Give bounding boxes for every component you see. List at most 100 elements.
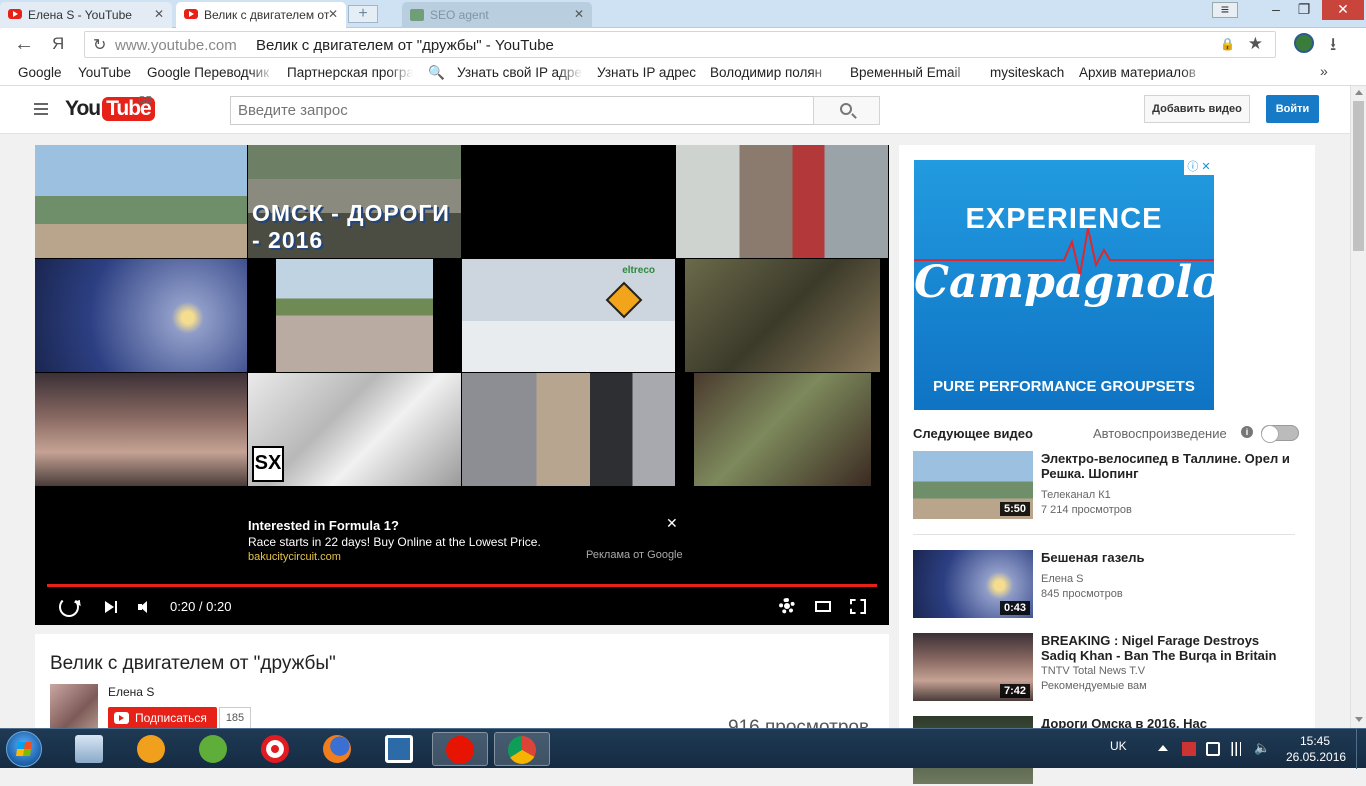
endscreen-video-thumb[interactable] bbox=[676, 145, 888, 258]
download-icon[interactable]: ⭳ bbox=[1330, 32, 1336, 62]
clock-date[interactable]: 26.05.2016 bbox=[1286, 750, 1346, 764]
back-arrow-icon[interactable]: ← bbox=[14, 33, 34, 56]
settings-gear-icon[interactable] bbox=[779, 598, 795, 614]
browser-tab-channel[interactable]: Елена S - YouTube ✕ bbox=[0, 2, 172, 28]
bookmark-item[interactable]: Володимир полян bbox=[710, 65, 836, 80]
video-player[interactable]: ОМСК - ДОРОГИ - 2016 eltreco SX Interest… bbox=[35, 145, 889, 625]
endscreen-video-thumb[interactable] bbox=[35, 259, 247, 372]
scroll-down-icon[interactable] bbox=[1355, 717, 1363, 722]
guide-menu-icon[interactable] bbox=[34, 103, 48, 115]
tab-close-icon[interactable]: ✕ bbox=[154, 7, 164, 21]
endscreen-video-thumb[interactable]: SX bbox=[248, 373, 461, 486]
bookmarks-overflow-button[interactable]: » bbox=[1320, 63, 1328, 79]
sign-in-button[interactable]: Войти bbox=[1266, 95, 1319, 123]
volume-icon[interactable] bbox=[138, 600, 152, 614]
endscreen-video-thumb[interactable] bbox=[35, 145, 247, 258]
video-title[interactable]: BREAKING : Nigel Farage Destroys Sadiq K… bbox=[1041, 633, 1296, 663]
endscreen-video-thumb[interactable] bbox=[694, 373, 871, 486]
yandex-button[interactable]: Я bbox=[52, 34, 64, 54]
youtube-favicon-icon bbox=[8, 9, 22, 19]
scroll-thumb[interactable] bbox=[1353, 101, 1364, 251]
network-flag-icon[interactable] bbox=[1182, 742, 1196, 756]
endscreen-video-thumb[interactable] bbox=[276, 259, 433, 372]
youtube-play-icon bbox=[114, 712, 129, 724]
subscribe-button[interactable]: Подписаться bbox=[108, 707, 217, 729]
video-views: 845 просмотров bbox=[1041, 588, 1123, 600]
video-views: Рекомендуемые вам bbox=[1041, 680, 1147, 692]
bookmark-star-icon[interactable]: ★ bbox=[1248, 34, 1263, 54]
bookmark-item[interactable]: Временный Email bbox=[850, 65, 976, 80]
bookmark-item[interactable]: Узнать IP адрес bbox=[597, 65, 696, 80]
next-video-icon[interactable] bbox=[105, 600, 119, 614]
browser-tab-strip: Елена S - YouTube ✕ Велик с двигателем о… bbox=[0, 0, 1366, 28]
search-input[interactable] bbox=[230, 96, 814, 125]
video-thumbnail[interactable]: 0:43 bbox=[913, 550, 1033, 618]
bookmark-item[interactable]: YouTube bbox=[78, 65, 131, 80]
speaker-icon[interactable]: 🔈 bbox=[1254, 740, 1270, 755]
video-title[interactable]: Бешеная газель bbox=[1041, 550, 1296, 565]
replay-icon[interactable] bbox=[59, 597, 79, 617]
endscreen-video-thumb[interactable] bbox=[462, 373, 675, 486]
extension-globe-icon[interactable] bbox=[1294, 33, 1314, 53]
recommended-video[interactable]: 7:42 BREAKING : Nigel Farage Destroys Sa… bbox=[913, 633, 1303, 703]
endscreen-video-thumb[interactable] bbox=[35, 373, 247, 486]
video-thumbnail[interactable]: 7:42 bbox=[913, 633, 1033, 701]
channel-name[interactable]: Елена S bbox=[108, 685, 154, 699]
overlay-ad-title[interactable]: Interested in Formula 1? bbox=[248, 518, 399, 533]
taskbar-app-opera[interactable] bbox=[248, 732, 304, 766]
browser-tab-video[interactable]: Велик с двигателем от ✕ bbox=[176, 2, 346, 28]
overlay-ad-url[interactable]: bakucitycircuit.com bbox=[248, 551, 341, 563]
bookmark-item[interactable]: Партнерская програ bbox=[287, 65, 413, 80]
bookmark-item[interactable]: Узнать свой IP адре bbox=[457, 65, 583, 80]
endscreen-video-thumb[interactable]: ОМСК - ДОРОГИ - 2016 bbox=[248, 145, 461, 258]
new-tab-button[interactable]: + bbox=[348, 5, 378, 23]
taskbar-app-yandex[interactable] bbox=[432, 732, 488, 766]
browser-tab-seo[interactable]: SEO agent ✕ bbox=[402, 2, 592, 28]
bookmark-item[interactable]: Google Переводчик bbox=[147, 65, 275, 80]
taskbar-app-keyboard[interactable] bbox=[62, 732, 118, 766]
overlay-ad-description: Race starts in 22 days! Buy Online at th… bbox=[248, 535, 541, 549]
bookmark-item[interactable]: Архив материалов bbox=[1079, 65, 1207, 80]
clock-time[interactable]: 15:45 bbox=[1300, 734, 1330, 748]
reload-icon[interactable]: ↻ bbox=[93, 35, 106, 55]
page-scrollbar[interactable] bbox=[1350, 86, 1366, 728]
close-icon[interactable]: ✕ bbox=[666, 515, 678, 532]
video-title[interactable]: Электро-велосипед в Таллине. Орел и Решк… bbox=[1041, 451, 1296, 481]
tray-expand-icon[interactable] bbox=[1158, 745, 1168, 751]
recommended-video[interactable]: 0:43 Бешеная газель Елена S 845 просмотр… bbox=[913, 550, 1303, 620]
theater-mode-icon[interactable] bbox=[815, 601, 831, 612]
taskbar-app-utorrent[interactable] bbox=[186, 732, 242, 766]
show-desktop-button[interactable] bbox=[1356, 729, 1366, 769]
search-button[interactable] bbox=[813, 96, 880, 125]
endscreen-video-thumb[interactable]: eltreco bbox=[462, 259, 675, 372]
bookmark-item[interactable]: mysiteskach bbox=[990, 65, 1064, 80]
tab-close-icon[interactable]: ✕ bbox=[328, 7, 338, 21]
recommended-video[interactable]: 5:50 Электро-велосипед в Таллине. Орел и… bbox=[913, 451, 1303, 521]
url-field[interactable]: ↻ www.youtube.com Велик с двигателем от … bbox=[84, 31, 1276, 58]
channel-avatar[interactable] bbox=[50, 684, 98, 732]
bookmark-item[interactable]: Google bbox=[18, 65, 62, 80]
info-icon[interactable]: i bbox=[1241, 426, 1253, 438]
battery-icon[interactable] bbox=[1206, 742, 1220, 756]
taskbar-app-chrome[interactable] bbox=[494, 732, 550, 766]
autoplay-toggle[interactable] bbox=[1261, 425, 1299, 443]
tab-close-icon[interactable]: ✕ bbox=[574, 7, 584, 21]
keyboard-language[interactable]: UK bbox=[1110, 739, 1127, 753]
progress-bar[interactable] bbox=[47, 584, 877, 587]
endscreen-video-thumb[interactable] bbox=[685, 259, 880, 372]
taskbar-app-explorer[interactable] bbox=[372, 732, 428, 766]
browser-menu-icon[interactable]: ≡ bbox=[1212, 2, 1238, 18]
maximize-icon[interactable]: ❐ bbox=[1290, 0, 1318, 20]
display-ad-banner[interactable]: EXPERIENCE Campagnolo PURE PERFORMANCE G… bbox=[914, 160, 1214, 410]
taskbar-app-firefox[interactable] bbox=[310, 732, 366, 766]
upload-video-button[interactable]: Добавить видео bbox=[1144, 95, 1250, 123]
fullscreen-icon[interactable] bbox=[850, 599, 866, 614]
video-thumbnail[interactable]: 5:50 bbox=[913, 451, 1033, 519]
taskbar-app-aimp[interactable] bbox=[124, 732, 180, 766]
minimize-icon[interactable]: – bbox=[1262, 0, 1290, 20]
scroll-up-icon[interactable] bbox=[1355, 90, 1363, 95]
signal-icon[interactable] bbox=[1230, 742, 1244, 756]
start-button[interactable] bbox=[6, 731, 42, 767]
ad-choices-close-icon[interactable]: ⓘ ✕ bbox=[1184, 160, 1214, 175]
close-window-icon[interactable]: ✕ bbox=[1322, 0, 1364, 20]
